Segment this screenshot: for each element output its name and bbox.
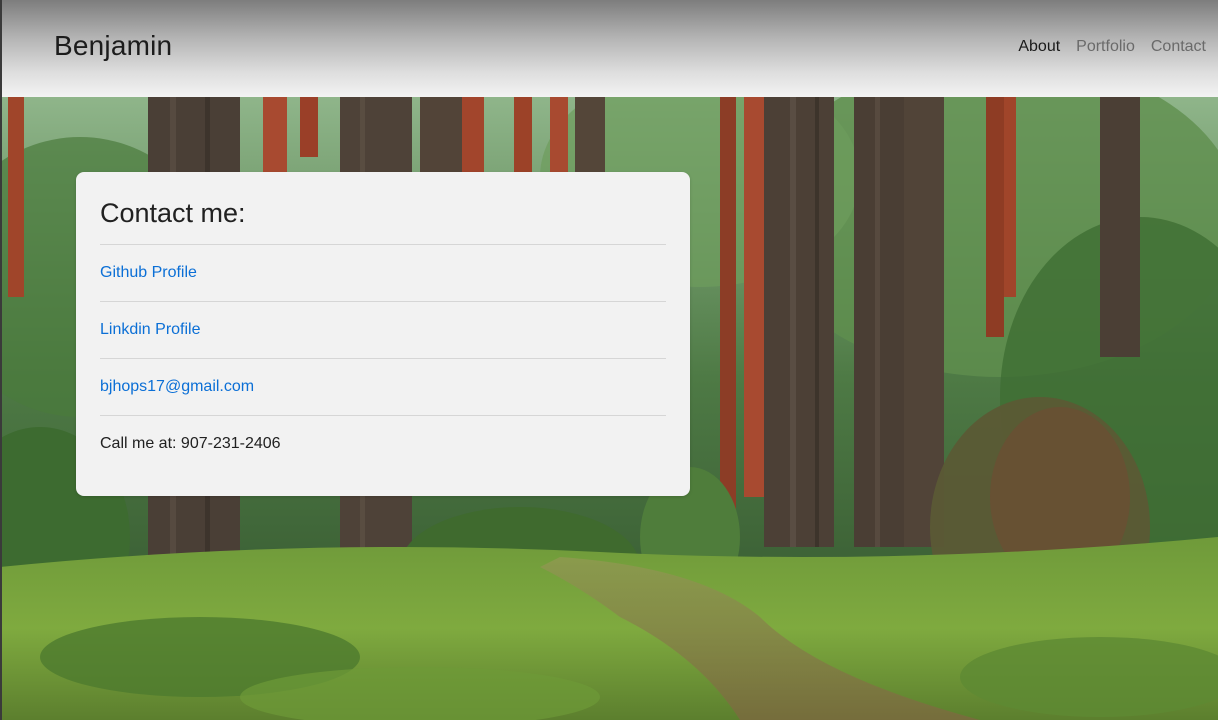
nav-link-about[interactable]: About xyxy=(1018,38,1060,56)
list-item-linkedin: Linkdin Profile xyxy=(100,301,666,358)
list-item-github: Github Profile xyxy=(100,244,666,301)
list-item-phone: Call me at: 907-231-2406 xyxy=(100,415,666,472)
brand-logo-link[interactable]: Benjamin xyxy=(54,30,172,62)
nav-links: About Portfolio Contact xyxy=(1018,38,1206,56)
linkedin-profile-link[interactable]: Linkdin Profile xyxy=(100,321,201,339)
email-link[interactable]: bjhops17@gmail.com xyxy=(100,378,254,396)
navbar: Benjamin About Portfolio Contact xyxy=(0,0,1218,97)
github-profile-link[interactable]: Github Profile xyxy=(100,264,197,282)
contact-card-title: Contact me: xyxy=(100,198,246,228)
list-item-email: bjhops17@gmail.com xyxy=(100,358,666,415)
window-edge xyxy=(0,0,2,720)
nav-link-portfolio[interactable]: Portfolio xyxy=(1076,38,1135,56)
contact-card: Contact me: Github Profile Linkdin Profi… xyxy=(76,172,690,496)
nav-link-contact[interactable]: Contact xyxy=(1151,38,1206,56)
phone-text: Call me at: 907-231-2406 xyxy=(100,435,281,452)
contact-list: Github Profile Linkdin Profile bjhops17@… xyxy=(100,244,666,472)
